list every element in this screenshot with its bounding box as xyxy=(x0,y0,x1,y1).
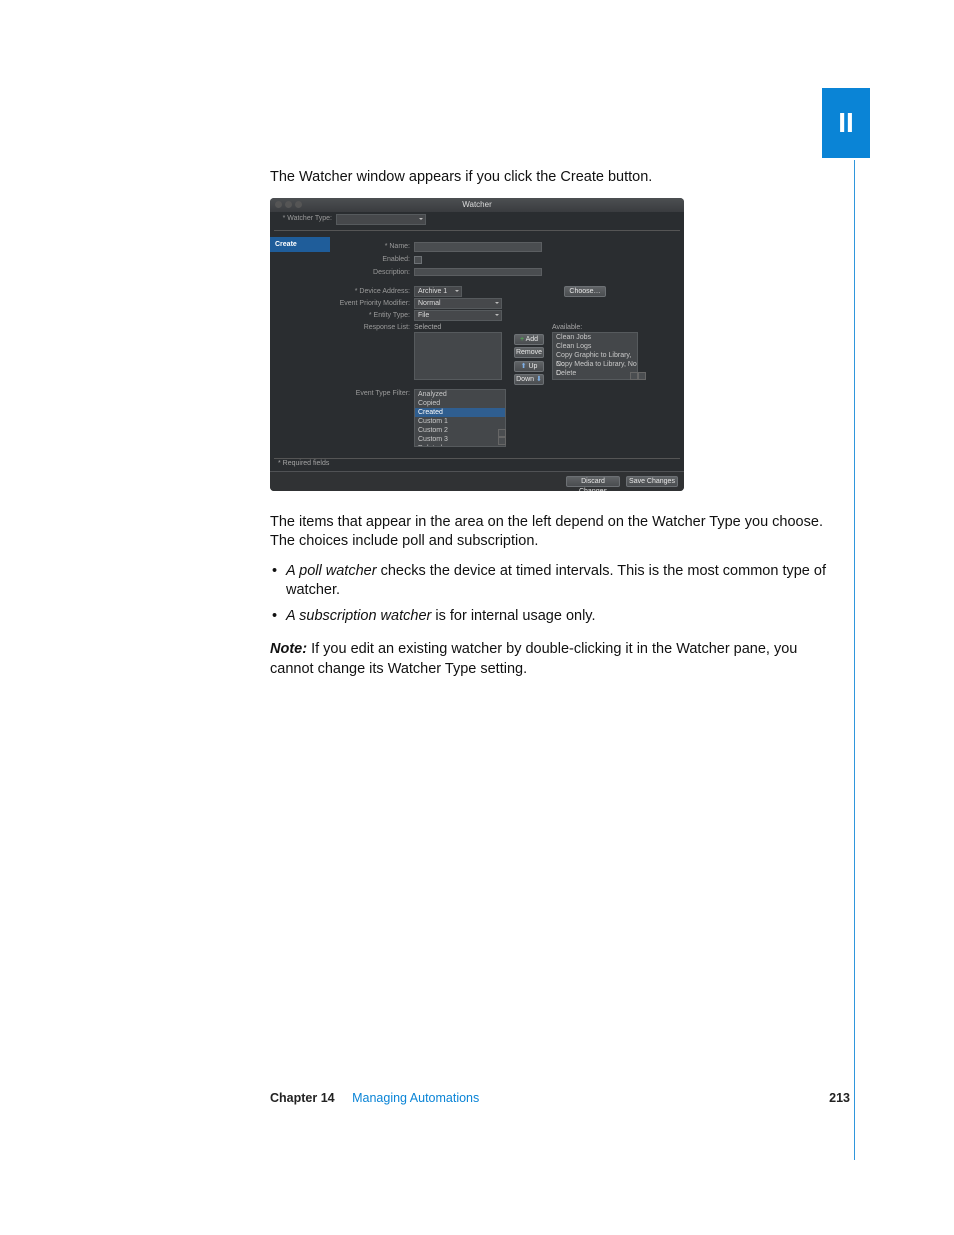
enabled-checkbox[interactable] xyxy=(414,256,422,264)
minimize-icon[interactable] xyxy=(285,201,292,208)
footer-title: Managing Automations xyxy=(352,1091,479,1105)
watcher-sidebar: Create xyxy=(270,237,330,491)
divider xyxy=(274,458,680,459)
bullet-list: A poll watcher checks the device at time… xyxy=(270,562,840,627)
priority-select[interactable]: Normal xyxy=(414,298,502,309)
window-footer: Discard Changes Save Changes xyxy=(270,471,684,491)
list-item[interactable]: Copy Media to Library, No C xyxy=(553,360,637,369)
label-name: * Name: xyxy=(330,242,410,251)
discard-button[interactable]: Discard Changes xyxy=(566,476,620,487)
close-icon[interactable] xyxy=(275,201,282,208)
list-item[interactable]: Custom 1 xyxy=(415,417,505,426)
label-entity-type: * Entity Type: xyxy=(330,311,410,320)
description-field[interactable] xyxy=(414,268,542,276)
window-title: Watcher xyxy=(462,200,492,209)
watcher-type-select[interactable] xyxy=(336,214,426,225)
label-description: Description: xyxy=(330,268,410,277)
scroll-left-icon[interactable] xyxy=(630,372,638,380)
intro-text: The Watcher window appears if you click … xyxy=(270,168,840,188)
label-enabled: Enabled: xyxy=(330,255,410,264)
name-field[interactable] xyxy=(414,242,542,252)
device-address-select[interactable]: Archive 1 xyxy=(414,286,462,297)
scroll-right-icon[interactable] xyxy=(638,372,646,380)
list-item[interactable]: Created xyxy=(415,408,505,417)
list-item[interactable]: Custom 2 xyxy=(415,426,505,435)
divider xyxy=(274,230,680,231)
sidebar-item-create[interactable]: Create xyxy=(270,237,330,252)
footer-chapter: Chapter 14 xyxy=(270,1091,335,1105)
list-item[interactable]: Custom 3 xyxy=(415,435,505,444)
event-type-filter-list[interactable]: AnalyzedCopiedCreatedCustom 1Custom 2Cus… xyxy=(414,389,506,447)
required-fields-note: * Required fields xyxy=(278,459,329,468)
label-device-address: * Device Address: xyxy=(330,287,410,296)
list-item[interactable]: Clean Logs xyxy=(553,342,637,351)
entity-type-select[interactable]: File xyxy=(414,310,502,321)
footer-page-number: 213 xyxy=(829,1091,850,1105)
list-item[interactable]: Delete xyxy=(553,369,637,378)
scroll-up-icon[interactable] xyxy=(498,429,506,437)
down-button[interactable]: Down ⬇ xyxy=(514,374,544,385)
selected-list[interactable] xyxy=(414,332,502,380)
available-list[interactable]: Clean JobsClean LogsCopy Graphic to Libr… xyxy=(552,332,638,380)
choose-button[interactable]: Choose… xyxy=(564,286,606,297)
label-watcher-type: * Watcher Type: xyxy=(270,214,332,223)
list-item[interactable]: Analyzed xyxy=(415,390,505,399)
zoom-icon[interactable] xyxy=(295,201,302,208)
note-paragraph: Note: If you edit an existing watcher by… xyxy=(270,640,840,679)
add-button[interactable]: + Add xyxy=(514,334,544,345)
note-text: If you edit an existing watcher by doubl… xyxy=(270,641,797,677)
label-response-list: Response List: xyxy=(330,323,410,332)
page-footer: Chapter 14 Managing Automations 213 xyxy=(270,1091,850,1105)
label-priority: Event Priority Modifier: xyxy=(330,299,410,308)
list-item[interactable]: Clean Jobs xyxy=(553,333,637,342)
list-item: A subscription watcher is for internal u… xyxy=(270,607,840,627)
note-label: Note: xyxy=(270,641,307,657)
up-button[interactable]: ⬆ Up xyxy=(514,361,544,372)
list-item[interactable]: Copy Graphic to Library, No xyxy=(553,351,637,360)
section-rule xyxy=(854,160,855,1160)
watcher-window: Watcher * Watcher Type: Create * Name: E… xyxy=(270,198,684,491)
list-item[interactable]: Copied xyxy=(415,399,505,408)
remove-button[interactable]: Remove − xyxy=(514,347,544,358)
body-text: The items that appear in the area on the… xyxy=(270,513,840,552)
label-event-filter: Event Type Filter: xyxy=(330,389,410,398)
list-item[interactable]: Delete Always xyxy=(553,378,637,380)
list-item: A poll watcher checks the device at time… xyxy=(270,562,840,601)
save-button[interactable]: Save Changes xyxy=(626,476,678,487)
window-titlebar: Watcher xyxy=(270,198,684,212)
scroll-down-icon[interactable] xyxy=(498,437,506,445)
section-tab: II xyxy=(822,88,870,158)
list-item[interactable]: Deleted xyxy=(415,444,505,447)
